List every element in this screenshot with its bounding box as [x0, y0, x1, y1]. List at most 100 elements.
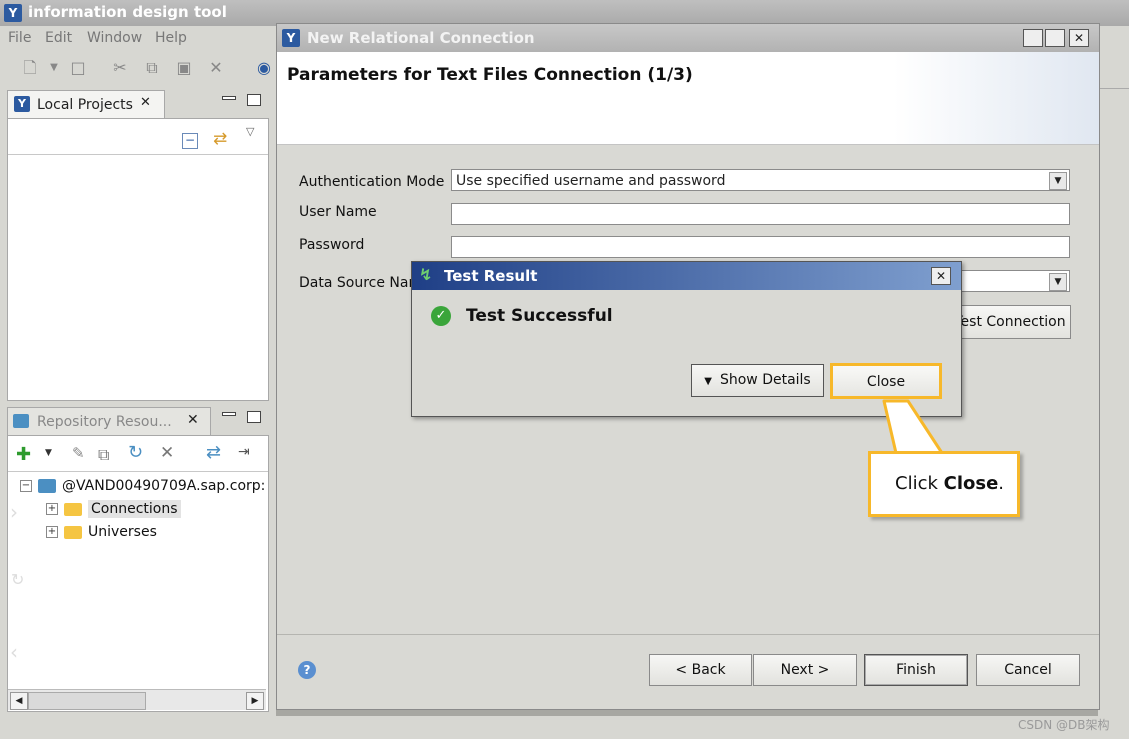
back-button[interactable]: < Back — [649, 654, 752, 686]
folder-icon — [64, 502, 82, 516]
show-details-label: Show Details — [719, 372, 811, 388]
finish-button[interactable]: Finish — [864, 654, 968, 686]
divider — [8, 471, 268, 472]
cut-icon[interactable]: ✂ — [110, 58, 130, 78]
link-editor-icon[interactable]: ⇄ — [213, 129, 227, 149]
new-dropdown-icon[interactable]: ▼ — [44, 58, 64, 78]
scroll-left-icon[interactable]: ◀ — [10, 692, 28, 710]
universes-label: Universes — [88, 524, 157, 540]
maximize-icon[interactable] — [247, 411, 261, 423]
password-label: Password — [299, 237, 365, 253]
paste-icon[interactable]: ▣ — [174, 58, 194, 78]
collapse-icon[interactable]: − — [20, 480, 32, 492]
refresh-icon[interactable]: ⇄ — [206, 442, 221, 463]
chevron-right-icon: › — [10, 500, 18, 524]
auth-mode-select[interactable]: Use specified username and password ▼ — [451, 169, 1070, 191]
auth-mode-value: Use specified username and password — [456, 173, 726, 189]
project-icon: Y — [14, 96, 30, 112]
next-button[interactable]: Next > — [753, 654, 857, 686]
scroll-right-icon[interactable]: ▶ — [246, 692, 264, 710]
delete-icon[interactable]: ✕ — [206, 58, 226, 78]
edit-icon[interactable]: ✎ — [72, 444, 85, 462]
test-connection-button[interactable]: Test Connection — [949, 305, 1071, 339]
help-icon[interactable]: ? — [298, 661, 316, 679]
repository-icon — [13, 414, 29, 428]
show-details-button[interactable]: ▼ Show Details — [691, 364, 824, 397]
test-result-popup: ↯ Test Result ✕ ✓ Test Successful ▼ Show … — [411, 261, 962, 417]
root-label: @VAND00490709A.sap.corp:( — [62, 478, 266, 494]
add-icon[interactable]: ✚ — [16, 444, 31, 465]
close-button[interactable]: Close — [830, 363, 942, 399]
save-icon[interactable]: □ — [68, 58, 88, 78]
local-projects-panel: − ⇄ ▽ — [7, 118, 269, 401]
refresh-overlay-icon: ↻ — [11, 570, 25, 589]
connections-label: Connections — [88, 500, 181, 518]
user-name-label: User Name — [299, 204, 377, 220]
local-projects-label: Local Projects — [37, 97, 133, 113]
resources-icon[interactable]: ⧉ — [98, 445, 109, 465]
menu-file[interactable]: File — [8, 30, 31, 46]
menu-window[interactable]: Window — [87, 30, 142, 46]
copy-icon[interactable]: ⧉ — [142, 58, 162, 78]
scrollbar-thumb[interactable] — [28, 692, 146, 710]
tree-item-connections[interactable]: + Connections — [46, 500, 181, 518]
main-toolbar: 🗋 ▼ □ ✂ ⧉ ▣ ✕ ◉ — [0, 52, 280, 86]
user-name-field[interactable] — [451, 203, 1070, 225]
chevron-down-icon[interactable]: ▼ — [1049, 273, 1067, 291]
close-icon[interactable]: ✕ — [931, 267, 951, 285]
repository-label: Repository Resou... — [37, 414, 172, 430]
minimize-icon[interactable] — [222, 96, 236, 100]
callout-pointer — [882, 399, 944, 455]
close-icon[interactable]: ✕ — [187, 412, 199, 428]
app-title: information design tool — [28, 3, 227, 21]
app-logo-icon: Y — [4, 4, 22, 22]
password-field[interactable] — [451, 236, 1070, 258]
connection-icon[interactable]: ◉ — [254, 58, 274, 78]
chevron-down-icon: ▼ — [704, 376, 712, 387]
collapse-all-icon[interactable]: − — [182, 133, 198, 149]
view-menu-icon[interactable]: ▽ — [246, 125, 254, 138]
sync-icon[interactable]: ↻ — [128, 442, 143, 463]
minimize-icon[interactable] — [222, 412, 236, 416]
tab-local-projects[interactable]: Y Local Projects ✕ — [7, 90, 165, 119]
test-result-icon: ↯ — [419, 265, 433, 284]
callout-bold: Close — [943, 473, 999, 494]
tab-repository-resources[interactable]: Repository Resou... ✕ — [7, 407, 211, 436]
new-file-icon[interactable]: 🗋 — [20, 58, 40, 78]
callout-prefix: Click — [895, 473, 944, 494]
popup-title: Test Result — [444, 267, 538, 285]
data-source-name-label: Data Source Nam — [299, 275, 423, 291]
success-check-icon: ✓ — [431, 306, 451, 326]
expand-icon[interactable]: + — [46, 503, 58, 515]
callout-text: Click Close. — [895, 473, 1004, 494]
close-icon[interactable]: ✕ — [140, 95, 151, 110]
tree-item-universes[interactable]: + Universes — [46, 524, 157, 540]
minimize-icon[interactable] — [1023, 29, 1043, 47]
close-icon[interactable]: ✕ — [1069, 29, 1089, 47]
maximize-icon[interactable] — [1045, 29, 1065, 47]
chevron-left-icon: ‹ — [10, 640, 18, 664]
click-close-callout: Click Close. — [868, 451, 1020, 517]
tree-root[interactable]: − @VAND00490709A.sap.corp:( — [20, 478, 266, 494]
menu-edit[interactable]: Edit — [45, 30, 72, 46]
dialog-heading: Parameters for Text Files Connection (1/… — [287, 65, 693, 85]
chevron-down-icon[interactable]: ▼ — [1049, 172, 1067, 190]
watermark: CSDN @DB架构 — [1018, 718, 1110, 732]
folder-icon — [64, 525, 82, 539]
maximize-icon[interactable] — [247, 94, 261, 106]
test-message: Test Successful — [466, 306, 613, 326]
dialog-window-title: New Relational Connection — [307, 29, 535, 47]
cancel-button[interactable]: Cancel — [976, 654, 1080, 686]
menu-help[interactable]: Help — [155, 30, 187, 46]
horizontal-scrollbar[interactable]: ◀ ▶ — [8, 689, 266, 710]
repository-panel: ✚ ▼ ✎ ⧉ ↻ ✕ ⇄ ⇥ − @VAND00490709A.sap.corp… — [7, 435, 269, 712]
server-icon — [38, 479, 56, 493]
dialog-bottom-edge — [276, 710, 1098, 716]
dialog-logo-icon: Y — [282, 29, 300, 47]
add-dropdown-icon[interactable]: ▼ — [45, 448, 52, 458]
logout-icon[interactable]: ⇥ — [238, 444, 250, 460]
dialog-title-bar: Y New Relational Connection ✕ — [277, 24, 1099, 52]
delete-icon[interactable]: ✕ — [160, 443, 174, 463]
dialog-header: Parameters for Text Files Connection (1/… — [277, 52, 1099, 145]
expand-icon[interactable]: + — [46, 526, 58, 538]
